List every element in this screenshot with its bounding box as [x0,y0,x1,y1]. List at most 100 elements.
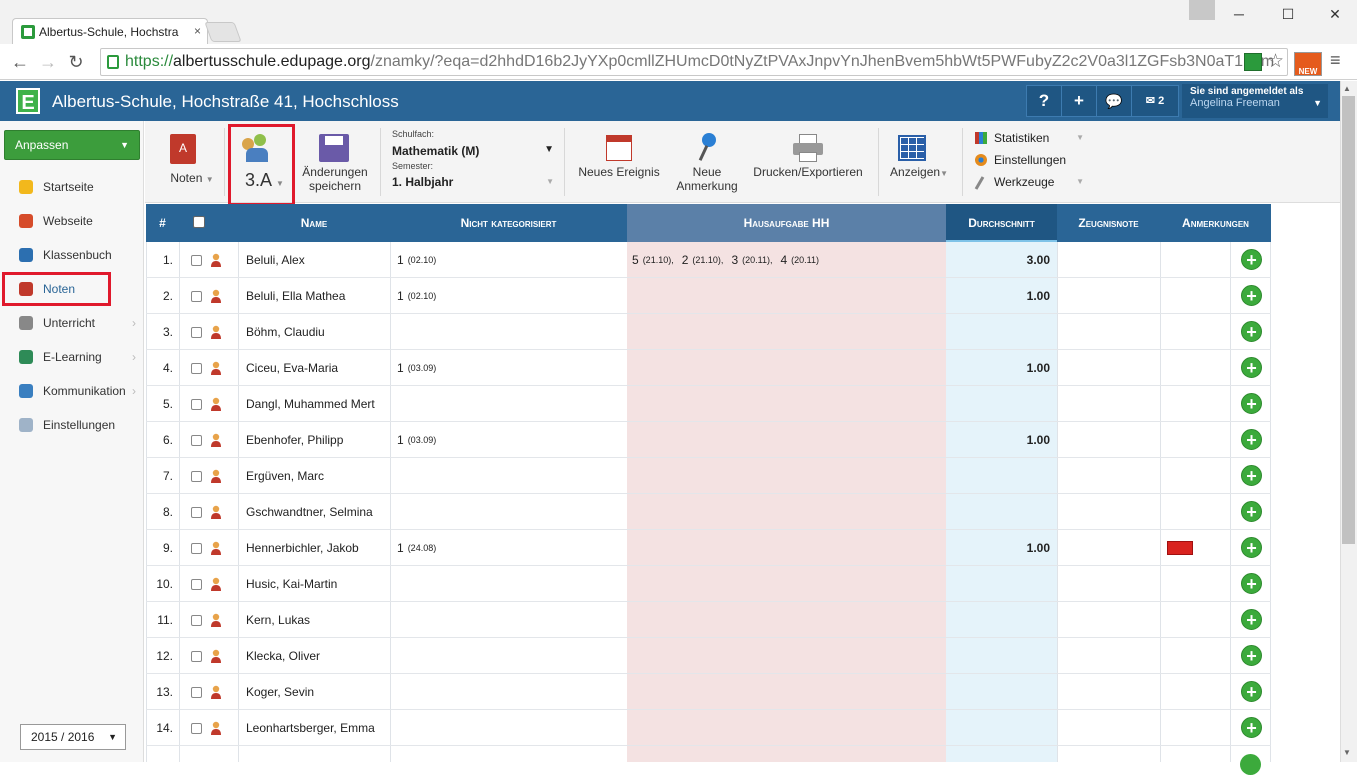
grade-value[interactable]: 1 [397,433,404,447]
add-grade-icon[interactable]: + [1241,717,1262,738]
statistics-menu[interactable]: Statistiken ▼ [994,131,1084,145]
grade-value[interactable]: 1 [397,253,404,267]
student-name[interactable]: Beluli, Alex [246,242,396,278]
col-notes[interactable]: Anmerkungen [1160,204,1271,242]
row-checkbox[interactable] [191,614,202,626]
uncategorized-grades[interactable]: 1 (02.10) [397,242,633,278]
row-checkbox[interactable] [191,506,202,518]
semester-select[interactable]: 1. Halbjahr ▼ [392,175,554,189]
browser-tab[interactable]: Albertus-Schule, Hochstra × [12,18,208,44]
uncategorized-grades[interactable] [397,494,633,530]
minimize-icon[interactable]: ─ [1224,6,1254,24]
uncategorized-grades[interactable]: 1 (02.10) [397,278,633,314]
grade-value[interactable]: 1 [397,289,404,303]
homework-grades[interactable] [632,566,950,602]
col-uncategorized[interactable]: Nicht kategorisiert [390,204,627,242]
student-icon[interactable] [210,253,222,267]
uncategorized-grades[interactable] [397,710,633,746]
homework-grades[interactable] [632,314,950,350]
maximize-icon[interactable]: ☐ [1273,6,1303,24]
col-name[interactable]: Name [238,204,390,242]
row-checkbox[interactable] [191,362,202,374]
student-icon[interactable] [210,433,222,447]
bookmark-star-icon[interactable]: ☆ [1267,50,1284,73]
user-menu[interactable]: Sie sind angemeldet als Angelina Freeman… [1182,84,1328,118]
chat-icon[interactable]: 💬 [1096,85,1132,117]
homework-grades[interactable]: 5 (21.10), 2 (21.10), 3 (20.11), 4 (20.11) [632,242,950,278]
sidebar-item-startseite[interactable]: Startseite [0,170,144,204]
col-report-grade[interactable]: Zeugnisnote [1057,204,1160,242]
student-name[interactable]: Hennerbichler, Jakob [246,530,396,566]
sidebar-item-kommunikation[interactable]: Kommunikation › [0,374,144,408]
student-name[interactable]: Ebenhofer, Philipp [246,422,396,458]
school-year-select[interactable]: 2015 / 2016 ▼ [20,724,126,750]
row-checkbox[interactable] [191,722,202,734]
row-checkbox[interactable] [191,326,202,338]
row-checkbox[interactable] [191,578,202,590]
student-icon[interactable] [210,721,222,735]
student-name[interactable]: Böhm, Claudiu [246,314,396,350]
homework-grades[interactable] [632,350,950,386]
add-grade-icon[interactable]: + [1241,285,1262,306]
homework-grades[interactable] [632,530,950,566]
grade-value[interactable]: 3 [731,253,738,267]
add-grade-icon[interactable]: + [1241,501,1262,522]
subject-select[interactable]: Mathematik (M) ▼ [392,144,554,158]
student-icon[interactable] [210,505,222,519]
noten-dropdown[interactable]: Noten ▼ [162,171,222,187]
row-checkbox[interactable] [191,254,202,266]
homework-grades[interactable] [632,710,950,746]
add-grade-icon[interactable]: + [1241,645,1262,666]
scroll-down-icon[interactable]: ▼ [1343,748,1351,757]
sidebar-item-einstellungen[interactable]: Einstellungen [0,408,144,442]
close-tab-icon[interactable]: × [194,24,201,38]
student-icon[interactable] [210,469,222,483]
show-dropdown[interactable]: Anzeigen▼ [884,165,954,181]
homework-grades[interactable] [632,674,950,710]
add-grade-icon[interactable]: + [1241,357,1262,378]
add-grade-icon[interactable]: + [1241,537,1262,558]
uncategorized-grades[interactable] [397,638,633,674]
grade-value[interactable]: 5 [632,253,639,267]
add-grade-icon[interactable]: + [1241,393,1262,414]
grade-value[interactable]: 2 [682,253,689,267]
reload-icon[interactable]: ↻ [66,52,86,73]
row-checkbox[interactable] [191,542,202,554]
customize-button[interactable]: Anpassen ▼ [4,130,140,160]
col-homework[interactable]: Hausaufgabe HH [627,204,946,242]
student-name[interactable]: Husic, Kai-Martin [246,566,396,602]
student-name[interactable]: Beluli, Ella Mathea [246,278,396,314]
forward-icon[interactable]: → [38,52,58,73]
grade-value[interactable]: 1 [397,361,404,375]
sidebar-item-elearning[interactable]: E-Learning › [0,340,144,374]
menu-icon[interactable]: ≡ [1330,50,1341,71]
add-grade-icon[interactable]: + [1241,321,1262,342]
settings-menu[interactable]: Einstellungen [994,153,1066,167]
row-checkbox[interactable] [191,398,202,410]
add-grade-icon[interactable]: + [1241,681,1262,702]
select-all-checkbox[interactable] [193,216,205,228]
new-note-button[interactable]: Neue Anmerkung [668,165,746,193]
url-field[interactable]: https://albertusschule.edupage.org/znamk… [100,48,1288,76]
uncategorized-grades[interactable] [397,674,633,710]
scrollbar-thumb[interactable] [1342,96,1355,544]
uncategorized-grades[interactable] [397,566,633,602]
student-name[interactable]: Koger, Sevin [246,674,396,710]
sidebar-item-klassenbuch[interactable]: Klassenbuch [0,238,144,272]
sidebar-item-unterricht[interactable]: Unterricht › [0,306,144,340]
homework-grades[interactable] [632,602,950,638]
new-event-button[interactable]: Neues Ereignis [572,165,666,179]
row-checkbox[interactable] [191,650,202,662]
edupage-logo[interactable]: E [16,88,40,114]
add-button[interactable]: + [1061,85,1097,117]
student-name[interactable]: Ergüven, Marc [246,458,396,494]
uncategorized-grades[interactable]: 1 (24.08) [397,530,633,566]
sidebar-item-webseite[interactable]: Webseite [0,204,144,238]
student-icon[interactable] [210,649,222,663]
row-checkbox[interactable] [191,686,202,698]
student-name[interactable]: Ciceu, Eva-Maria [246,350,396,386]
add-grade-icon[interactable]: + [1241,429,1262,450]
messages-button[interactable]: ✉ 2 [1131,85,1179,117]
student-name[interactable]: Klecka, Oliver [246,638,396,674]
grade-value[interactable]: 1 [397,541,404,555]
